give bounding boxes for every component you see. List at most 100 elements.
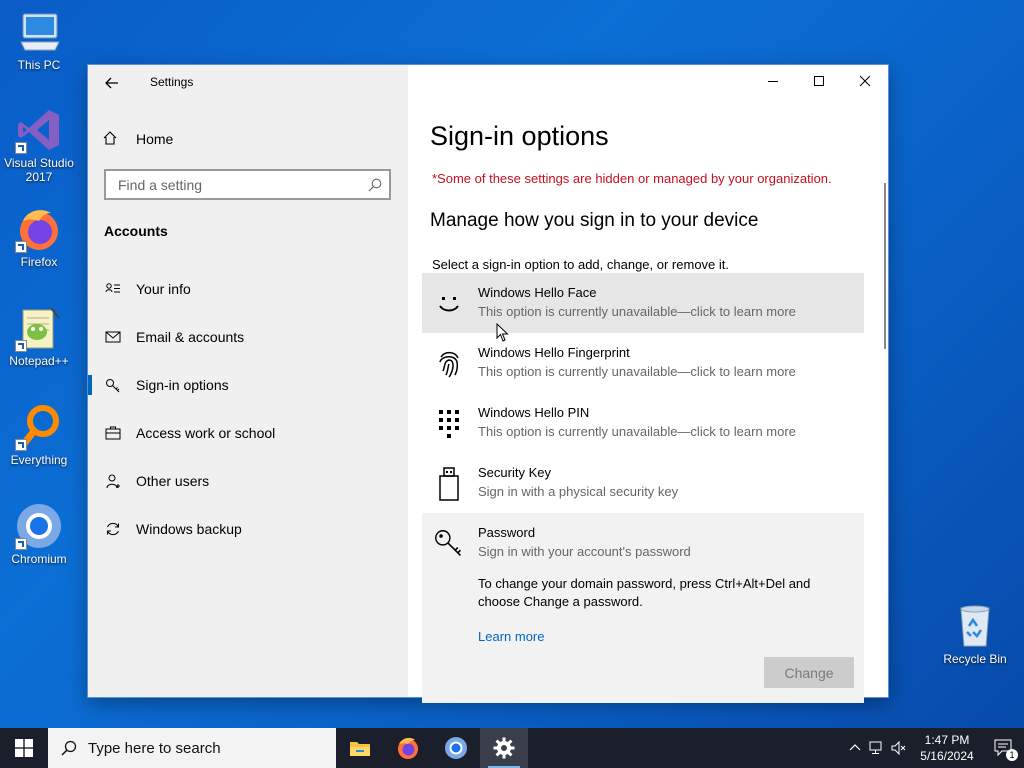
option-security-key[interactable]: Security Key Sign in with a physical sec… <box>422 453 864 513</box>
section-title: Accounts <box>104 223 168 239</box>
chromium-icon <box>445 737 467 759</box>
sidebar-item-other-users[interactable]: Other users <box>88 457 408 505</box>
window-controls <box>750 65 888 97</box>
option-password[interactable]: Password Sign in with your account's pas… <box>422 513 864 703</box>
option-title: Windows Hello Face <box>478 285 597 300</box>
shortcut-arrow-icon <box>15 538 27 550</box>
shortcut-arrow-icon <box>15 241 27 253</box>
sync-icon <box>104 520 122 538</box>
clock-time: 1:47 PM <box>924 733 970 747</box>
firefox-icon <box>15 205 63 253</box>
sidebar-item-access-work-school[interactable]: Access work or school <box>88 409 408 457</box>
option-title: Windows Hello PIN <box>478 405 590 420</box>
desktop-icon-chromium[interactable]: Chromium <box>0 502 78 566</box>
windows-logo-icon <box>15 739 33 757</box>
minimize-icon <box>768 81 778 82</box>
show-hidden-icons-button[interactable] <box>844 728 866 768</box>
taskbar-settings[interactable] <box>480 728 528 768</box>
option-windows-hello-face[interactable]: Windows Hello Face This option is curren… <box>422 273 864 333</box>
org-managed-notice: *Some of these settings are hidden or ma… <box>432 171 832 186</box>
face-icon <box>434 287 464 321</box>
instruction-text: Select a sign-in option to add, change, … <box>432 257 730 272</box>
taskbar-firefox[interactable] <box>384 728 432 768</box>
settings-search-input[interactable] <box>116 176 360 194</box>
taskbar-search-box[interactable]: Type here to search <box>48 728 336 768</box>
chromium-icon <box>15 502 63 550</box>
desktop-icon-label: Notepad++ <box>9 354 69 368</box>
system-tray: 1:47 PM 5/16/2024 1 <box>844 728 1024 768</box>
mail-icon <box>104 328 122 346</box>
desktop-icon-this-pc[interactable]: This PC <box>0 8 78 72</box>
option-title: Windows Hello Fingerprint <box>478 345 630 360</box>
desktop-icon-label: Chromium <box>11 552 67 566</box>
desktop-icon-notepad-plus-plus[interactable]: Notepad++ <box>0 304 78 368</box>
clock-date: 5/16/2024 <box>920 749 974 763</box>
maximize-button[interactable] <box>796 65 842 97</box>
settings-window: Settings Home Accounts Your info <box>88 65 888 703</box>
nav-home-label: Home <box>136 131 174 147</box>
page-title: Sign-in options <box>430 121 609 151</box>
search-icon <box>367 177 383 193</box>
sidebar-item-windows-backup[interactable]: Windows backup <box>88 505 408 553</box>
shortcut-arrow-icon <box>15 340 27 352</box>
action-center-button[interactable]: 1 <box>984 728 1024 768</box>
sidebar-item-label: Windows backup <box>136 521 242 537</box>
sidebar-item-label: Your info <box>136 281 191 297</box>
content-scrollbar[interactable] <box>884 183 886 349</box>
learn-more-link[interactable]: Learn more <box>478 629 544 644</box>
taskbar-file-explorer[interactable] <box>336 728 384 768</box>
key-icon <box>104 376 122 394</box>
search-icon <box>60 739 78 757</box>
section-subtitle: Manage how you sign in to your device <box>430 210 759 231</box>
chevron-up-icon <box>849 744 861 751</box>
maximize-icon <box>814 76 824 86</box>
taskbar: Type here to search 1:47 PM 5/16/2024 1 <box>0 728 1024 768</box>
volume-button[interactable] <box>888 728 910 768</box>
settings-search-box[interactable] <box>104 169 391 200</box>
sidebar-item-email-accounts[interactable]: Email & accounts <box>88 313 408 361</box>
start-button[interactable] <box>0 728 48 768</box>
gear-icon <box>493 737 515 759</box>
nav-list: Your info Email & accounts Sign-in optio… <box>88 265 408 553</box>
change-password-button[interactable]: Change <box>764 657 854 688</box>
visual-studio-icon <box>15 106 63 154</box>
person-add-icon <box>104 472 122 490</box>
close-button[interactable] <box>842 65 888 97</box>
desktop-icon-firefox[interactable]: Firefox <box>0 205 78 269</box>
option-windows-hello-fingerprint[interactable]: Windows Hello Fingerprint This option is… <box>422 333 864 393</box>
shortcut-arrow-icon <box>15 439 27 451</box>
nav-home[interactable]: Home <box>102 129 173 149</box>
shortcut-arrow-icon <box>15 142 27 154</box>
home-icon <box>102 130 122 149</box>
network-status-button[interactable] <box>866 728 888 768</box>
sidebar-item-your-info[interactable]: Your info <box>88 265 408 313</box>
password-change-note: To change your domain password, press Ct… <box>478 576 811 609</box>
settings-sidebar: Settings Home Accounts Your info <box>88 65 408 697</box>
person-card-icon <box>104 280 122 298</box>
option-description: This option is currently unavailable—cli… <box>478 364 796 379</box>
back-arrow-icon <box>105 77 118 89</box>
taskbar-chromium[interactable] <box>432 728 480 768</box>
desktop-icon-label: This PC <box>17 58 61 72</box>
briefcase-icon <box>104 424 122 442</box>
sidebar-item-label: Sign-in options <box>136 377 229 393</box>
volume-muted-icon <box>891 741 906 755</box>
usb-key-icon <box>434 467 464 501</box>
desktop-icon-everything[interactable]: Everything <box>0 403 78 467</box>
desktop-icon-label: Firefox <box>20 255 58 269</box>
fingerprint-icon <box>434 347 464 381</box>
sidebar-item-sign-in-options[interactable]: Sign-in options <box>88 361 408 409</box>
everything-search-icon <box>15 403 63 451</box>
app-title: Settings <box>150 75 194 89</box>
desktop-icon-visual-studio[interactable]: Visual Studio 2017 <box>0 106 78 184</box>
back-button[interactable] <box>98 69 126 97</box>
folder-icon <box>350 742 370 756</box>
taskbar-search-placeholder: Type here to search <box>88 739 221 757</box>
desktop-icon-recycle-bin[interactable]: Recycle Bin <box>936 602 1014 666</box>
option-windows-hello-pin[interactable]: Windows Hello PIN This option is current… <box>422 393 864 453</box>
minimize-button[interactable] <box>750 65 796 97</box>
taskbar-clock[interactable]: 1:47 PM 5/16/2024 <box>910 732 984 764</box>
password-key-icon <box>434 527 464 561</box>
desktop-icon-label: Visual Studio 2017 <box>4 156 74 184</box>
notification-count-badge: 1 <box>1006 749 1018 761</box>
